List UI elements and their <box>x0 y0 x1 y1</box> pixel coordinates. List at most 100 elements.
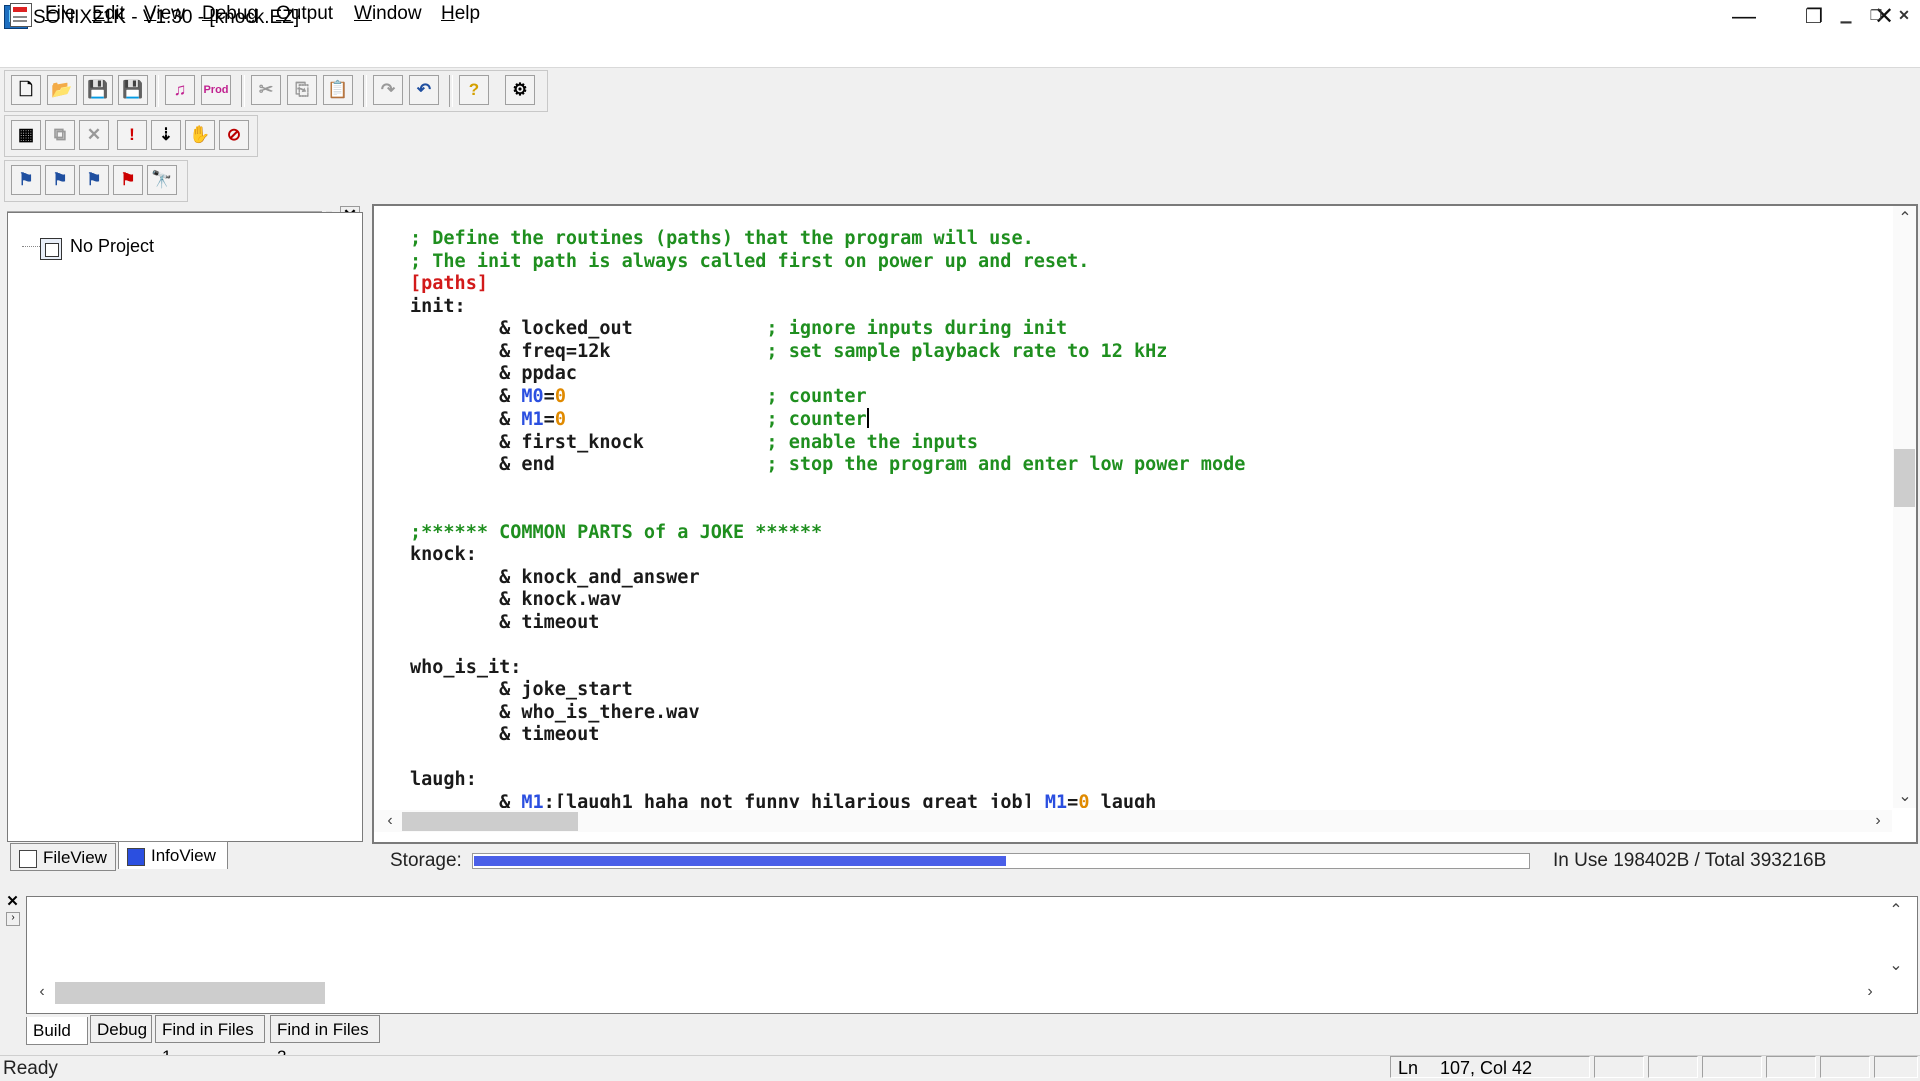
menu-debug[interactable]: Debug <box>199 3 261 25</box>
editor-vertical-scrollbar[interactable] <box>1893 206 1916 808</box>
stop-debug-icon: ⊘ <box>226 125 242 144</box>
open-button[interactable]: 📂 <box>47 75 77 105</box>
stop-debug-button[interactable]: ⊘ <box>219 120 249 150</box>
toolbar-separator <box>449 75 453 107</box>
code-line: & M1:[laugh1 haha not funny hilarious gr… <box>410 791 1157 809</box>
toolbar-separator <box>155 75 159 107</box>
code-line: & joke_start <box>410 679 633 700</box>
output-scroll-left-icon[interactable]: ‹ <box>32 983 52 1001</box>
code-line: & timeout <box>410 724 600 745</box>
editor-vertical-scroll-thumb[interactable] <box>1894 449 1915 507</box>
rebuild-button[interactable]: ⧉ <box>45 120 75 150</box>
code-line: laugh: <box>410 769 477 790</box>
scroll-down-icon[interactable]: ⌄ <box>1895 786 1915 806</box>
bookmark-next-icon: ⚑ <box>52 170 68 189</box>
code-line: & first_knock ; enable the inputs <box>410 431 979 453</box>
output-scroll-right-icon[interactable]: › <box>1860 983 1880 1001</box>
prod-button[interactable]: Prod <box>201 75 231 105</box>
menu-file-accel: F <box>45 3 57 24</box>
output-grip-icon[interactable]: › <box>6 912 20 926</box>
menu-output[interactable]: Output <box>273 3 336 25</box>
new-file-icon: 🗋 <box>19 80 33 99</box>
output-scroll-down-icon[interactable]: ⌄ <box>1886 955 1906 975</box>
bookmark-clear-icon: ⚑ <box>120 170 136 189</box>
output-scroll-up-icon[interactable]: ⌃ <box>1886 900 1906 920</box>
code-line: & who_is_there.wav <box>410 701 700 723</box>
new-file-button[interactable]: 🗋 <box>11 75 41 105</box>
stop-build-button[interactable]: ✕ <box>79 120 109 150</box>
code-text[interactable]: ; Define the routines (paths) that the p… <box>410 228 1880 808</box>
tab-find-in-files-2[interactable]: Find in Files 2 <box>270 1015 380 1066</box>
help-button[interactable]: ? <box>459 75 489 105</box>
menu-edit-accel: E <box>92 3 105 24</box>
tab-find-in-files-1[interactable]: Find in Files 1 <box>155 1015 265 1066</box>
menu-view[interactable]: View <box>141 3 188 25</box>
save-button[interactable]: 💾 <box>83 75 113 105</box>
tab-build[interactable]: Build <box>26 1017 88 1045</box>
bookmark-clear-button[interactable]: ⚑ <box>113 165 143 195</box>
code-line: ; Define the routines (paths) that the p… <box>410 228 1034 249</box>
mdi-minimize-button[interactable]: ▁ <box>1834 4 1858 26</box>
menu-edit[interactable]: Edit <box>89 3 128 25</box>
step-icon: ⇣ <box>158 125 174 144</box>
tree-connector <box>22 246 40 247</box>
code-area[interactable]: ; Define the routines (paths) that the p… <box>410 228 1880 808</box>
stop-build-icon: ✕ <box>86 125 102 144</box>
compile-music-icon: ♫ <box>173 80 187 99</box>
bookmark-next-button[interactable]: ⚑ <box>45 165 75 195</box>
minimize-button[interactable]: — <box>1710 0 1778 37</box>
tree-root-label[interactable]: No Project <box>70 236 154 257</box>
code-line: init: <box>410 295 466 317</box>
tab-fileview[interactable]: FileView <box>10 843 116 871</box>
rebuild-icon: ⧉ <box>53 125 67 144</box>
undo-button[interactable]: ↶ <box>409 75 439 105</box>
toolbar-separator <box>363 75 367 107</box>
bookmark-icon: ⚑ <box>18 170 34 189</box>
editor-horizontal-scrollbar[interactable] <box>374 810 1892 832</box>
copy-button[interactable]: ⎘ <box>287 75 317 105</box>
mdi-restore-button[interactable]: ❐ <box>1864 4 1888 26</box>
step-button[interactable]: ⇣ <box>151 120 181 150</box>
tab-debug[interactable]: Debug <box>90 1015 152 1043</box>
scroll-up-icon[interactable]: ⌃ <box>1895 208 1915 228</box>
run-button[interactable]: ! <box>117 120 147 150</box>
code-line: [paths] <box>410 273 488 294</box>
menu-file[interactable]: File <box>42 3 79 25</box>
paste-icon: 📋 <box>327 80 349 99</box>
menu-view-label: iew <box>156 3 185 24</box>
output-close-button[interactable]: ✕ <box>5 894 20 909</box>
bookmark-button[interactable]: ⚑ <box>11 165 41 195</box>
menu-view-accel: V <box>144 3 157 24</box>
hand-icon: ✋ <box>189 125 211 144</box>
hand-button[interactable]: ✋ <box>185 120 215 150</box>
compile-music-button[interactable]: ♫ <box>165 75 195 105</box>
output-horizontal-scroll-thumb[interactable] <box>55 982 325 1004</box>
find-button[interactable]: 🔭 <box>147 165 177 195</box>
run-icon: ! <box>129 125 135 144</box>
paste-button[interactable]: 📋 <box>323 75 353 105</box>
tab-infoview[interactable]: InfoView <box>118 841 228 869</box>
redo-button[interactable]: ↷ <box>373 75 403 105</box>
document-icon[interactable] <box>10 3 32 27</box>
info-button[interactable]: ⚙ <box>505 75 535 105</box>
code-line: & knock_and_answer <box>410 566 700 588</box>
bookmark-prev-button[interactable]: ⚑ <box>79 165 109 195</box>
find-binoculars-icon: 🔭 <box>151 170 173 189</box>
menu-debug-label: ebug <box>215 3 259 24</box>
menu-window[interactable]: Window <box>351 3 425 25</box>
toolbar-separator <box>241 75 245 107</box>
menu-help[interactable]: Help <box>438 3 483 25</box>
scroll-right-icon[interactable]: › <box>1868 812 1888 830</box>
code-line: & timeout <box>410 611 600 633</box>
open-folder-icon: 📂 <box>51 80 73 99</box>
status-pane <box>1820 1056 1870 1078</box>
editor-horizontal-scroll-thumb[interactable] <box>402 812 578 831</box>
build-button[interactable]: ▦ <box>11 120 41 150</box>
status-pane <box>1594 1056 1644 1078</box>
cut-button[interactable]: ✂ <box>251 75 281 105</box>
project-tree-panel[interactable] <box>7 212 363 842</box>
scroll-left-icon[interactable]: ‹ <box>380 812 400 830</box>
save-all-button[interactable]: 💾 <box>118 75 148 105</box>
mdi-close-button[interactable]: ✕ <box>1892 4 1916 26</box>
copy-icon: ⎘ <box>295 80 309 99</box>
